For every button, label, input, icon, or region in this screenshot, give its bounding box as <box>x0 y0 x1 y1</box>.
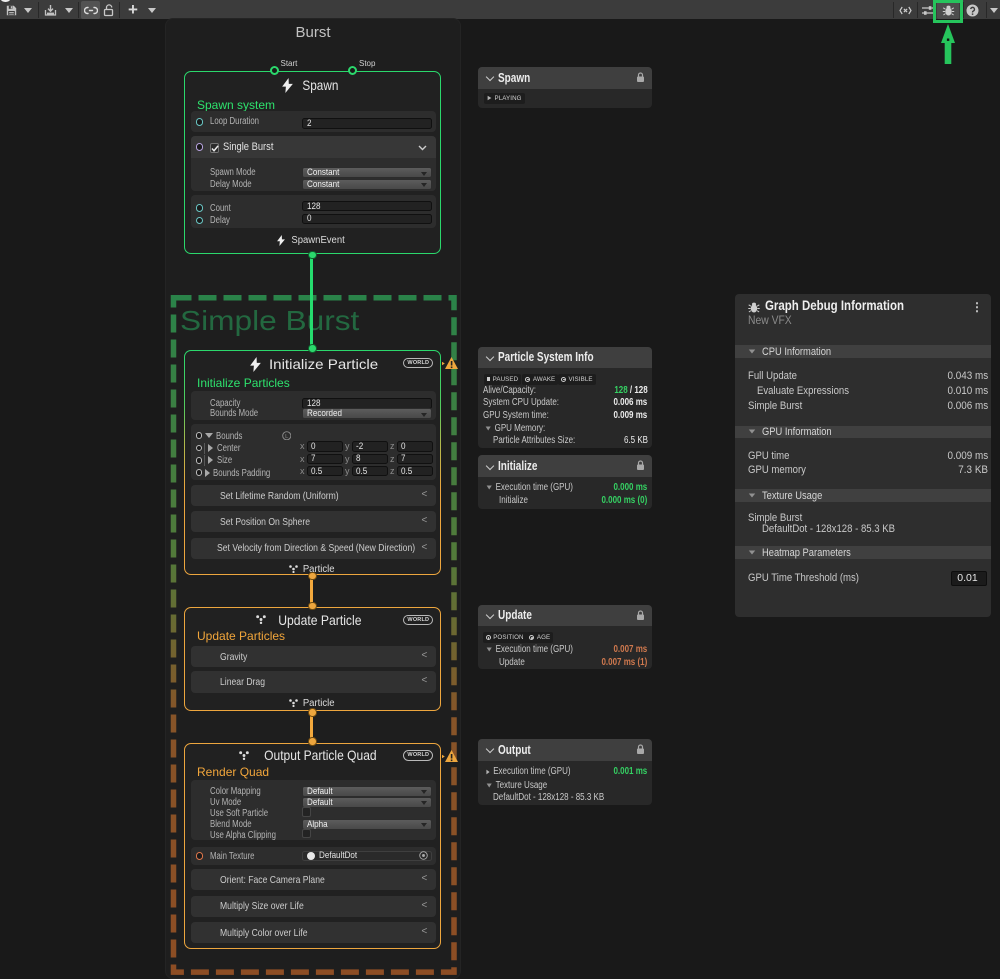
svg-text:L: L <box>285 434 288 440</box>
